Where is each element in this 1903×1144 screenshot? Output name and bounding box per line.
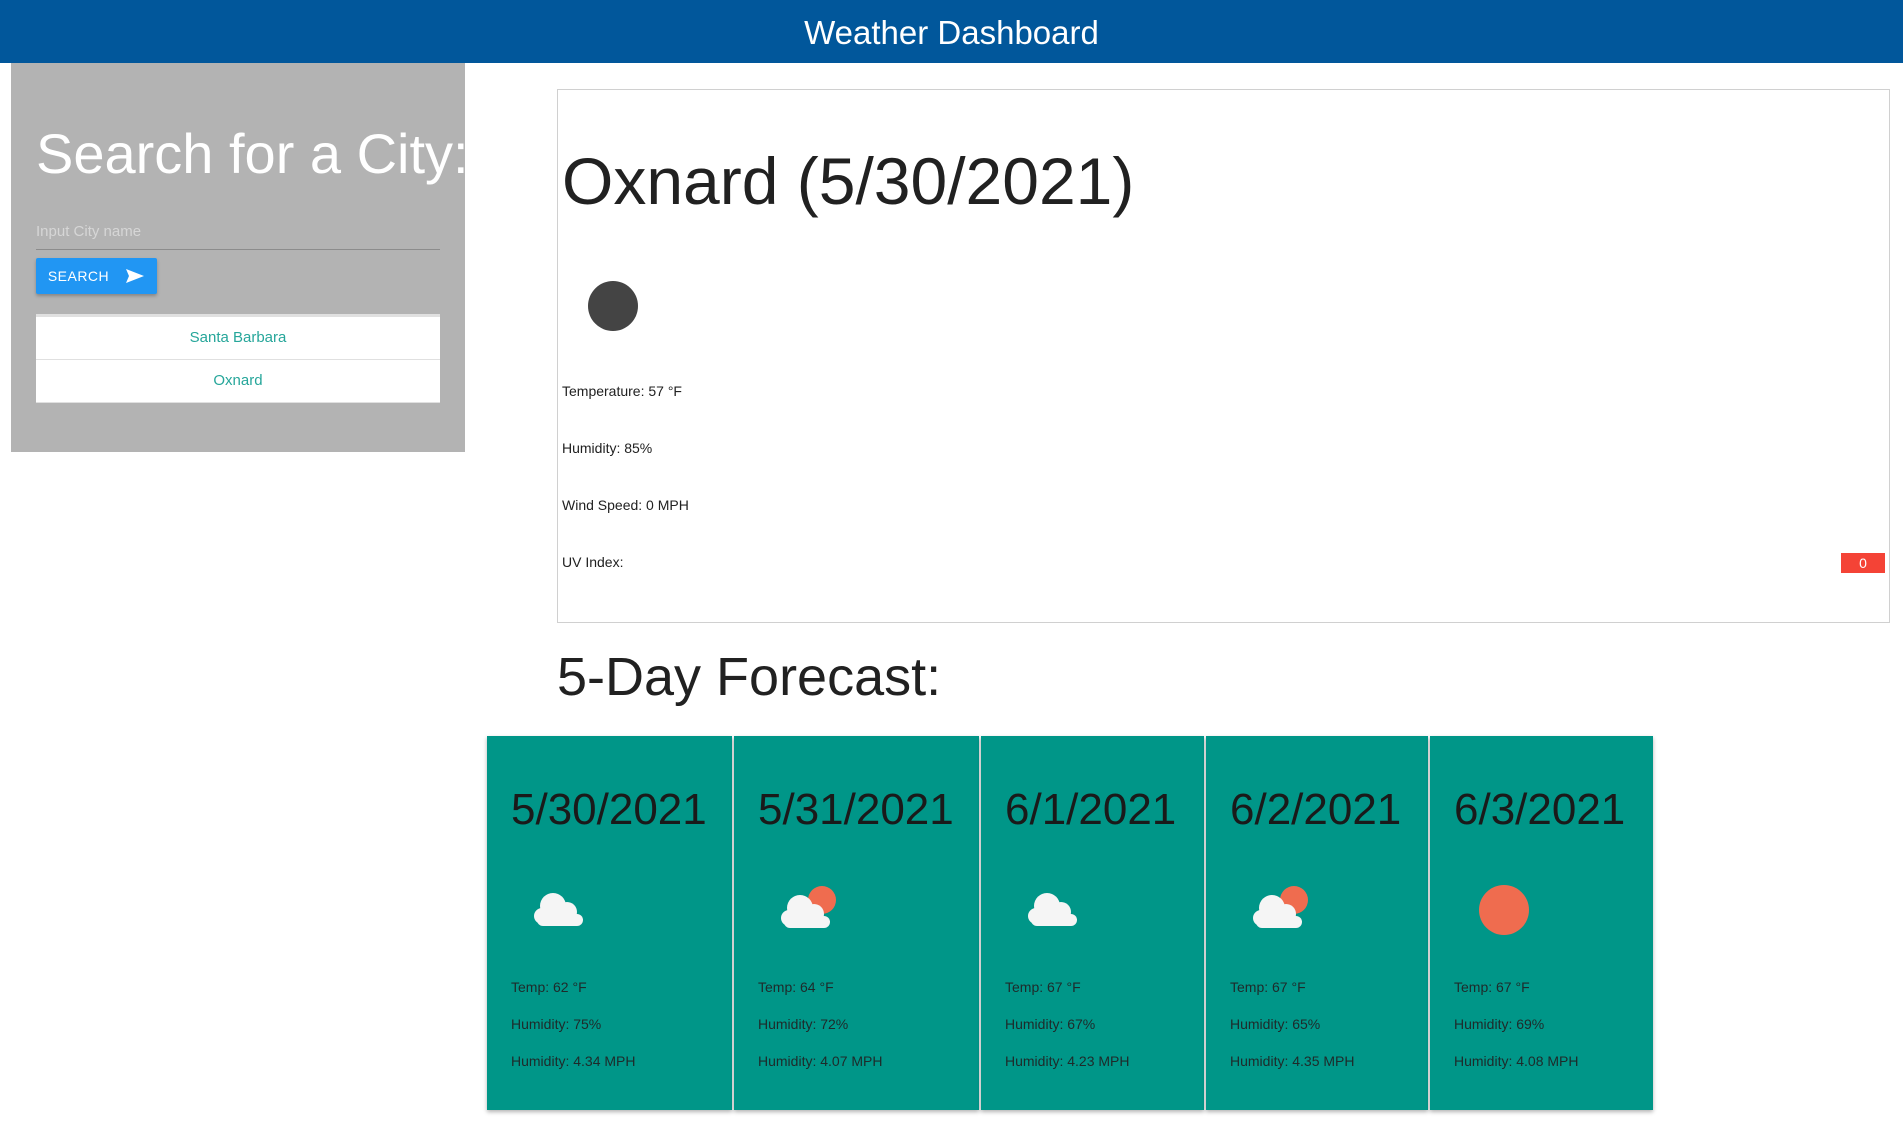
history-item-oxnard[interactable]: Oxnard	[36, 360, 440, 403]
forecast-card: 6/2/2021 Temp: 67 °F Humidity: 65% Humid…	[1206, 736, 1428, 1110]
forecast-humidity: Humidity: 65%	[1230, 1016, 1321, 1032]
forecast-temp: Temp: 67 °F	[1454, 979, 1530, 995]
forecast-humidity: Humidity: 67%	[1005, 1016, 1096, 1032]
current-wind-speed: Wind Speed: 0 MPH	[562, 497, 689, 513]
app-title: Weather Dashboard	[804, 14, 1099, 51]
forecast-temp: Temp: 67 °F	[1230, 979, 1306, 995]
app-header: Weather Dashboard	[0, 0, 1903, 63]
dark-circle-icon	[588, 281, 638, 331]
send-icon	[126, 269, 145, 283]
search-button-label: SEARCH	[47, 268, 110, 284]
uv-index-badge: 0	[1841, 553, 1885, 573]
current-weather-card: Oxnard (5/30/2021) Temperature: 57 °F Hu…	[557, 89, 1890, 623]
forecast-date: 6/3/2021	[1454, 785, 1626, 834]
city-search-input[interactable]	[36, 213, 440, 250]
current-temperature: Temperature: 57 °F	[562, 383, 682, 399]
search-panel: Search for a City: SEARCH Santa Barbara …	[11, 63, 469, 452]
forecast-temp: Temp: 62 °F	[511, 979, 587, 995]
search-title: Search for a City:	[36, 122, 469, 185]
current-city-title: Oxnard (5/30/2021)	[562, 144, 1135, 218]
cloud-sun-icon	[781, 886, 836, 928]
forecast-card: 6/1/2021 Temp: 67 °F Humidity: 67% Humid…	[981, 736, 1204, 1110]
forecast-date: 5/31/2021	[758, 785, 954, 834]
forecast-title: 5-Day Forecast:	[557, 647, 942, 707]
forecast-date: 6/1/2021	[1005, 785, 1177, 834]
forecast-humidity: Humidity: 69%	[1454, 1016, 1545, 1032]
cloud-icon	[1028, 893, 1077, 926]
forecast-wind: Humidity: 4.08 MPH	[1454, 1053, 1579, 1069]
forecast-date: 6/2/2021	[1230, 785, 1402, 834]
history-item-santa-barbara[interactable]: Santa Barbara	[36, 317, 440, 360]
search-button[interactable]: SEARCH	[36, 258, 157, 294]
forecast-wind: Humidity: 4.23 MPH	[1005, 1053, 1130, 1069]
cloud-sun-icon	[1253, 886, 1308, 928]
search-history-list: Santa Barbara Oxnard	[36, 314, 440, 403]
current-humidity: Humidity: 85%	[562, 440, 653, 456]
forecast-humidity: Humidity: 75%	[511, 1016, 602, 1032]
uv-index-label: UV Index:	[562, 554, 624, 570]
forecast-temp: Temp: 67 °F	[1005, 979, 1081, 995]
forecast-card: 6/3/2021 Temp: 67 °F Humidity: 69% Humid…	[1430, 736, 1653, 1110]
forecast-temp: Temp: 64 °F	[758, 979, 834, 995]
forecast-humidity: Humidity: 72%	[758, 1016, 849, 1032]
cloud-icon	[534, 893, 583, 926]
forecast-card: 5/30/2021 Temp: 62 °F Humidity: 75% Humi…	[487, 736, 732, 1110]
forecast-card: 5/31/2021 Temp: 64 °F Humidity: 72% Humi…	[734, 736, 979, 1110]
forecast-date: 5/30/2021	[511, 785, 707, 834]
sun-icon	[1479, 885, 1529, 935]
forecast-wind: Humidity: 4.07 MPH	[758, 1053, 883, 1069]
forecast-wind: Humidity: 4.34 MPH	[511, 1053, 636, 1069]
forecast-wind: Humidity: 4.35 MPH	[1230, 1053, 1355, 1069]
